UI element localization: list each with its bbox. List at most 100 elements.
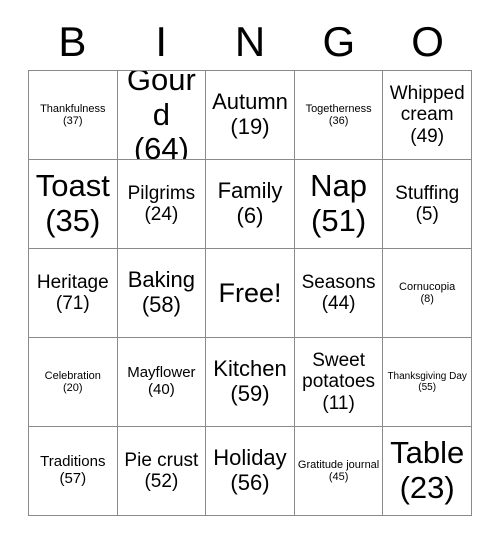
bingo-cell[interactable]: Sweet potatoes (11) bbox=[294, 338, 384, 427]
bingo-cell-number: (57) bbox=[59, 470, 87, 487]
bingo-cell-number: (56) bbox=[230, 470, 270, 495]
bingo-cell[interactable]: Celebration (20) bbox=[29, 338, 118, 427]
bingo-cell-text: Traditions (57) bbox=[32, 453, 114, 488]
bingo-cell[interactable]: Kitchen (59) bbox=[206, 338, 295, 427]
bingo-cell-free[interactable]: Free! bbox=[206, 249, 295, 338]
bingo-cell-number: (8) bbox=[420, 293, 434, 305]
bingo-cell-text: Gourd (64) bbox=[121, 71, 203, 160]
bingo-cell[interactable]: Pilgrims (24) bbox=[117, 160, 207, 249]
bingo-cell-text: Kitchen (59) bbox=[209, 357, 291, 406]
bingo-header: BINGO bbox=[28, 14, 472, 70]
bingo-header-letter-n: N bbox=[234, 18, 266, 65]
bingo-cell-number: (6) bbox=[236, 203, 264, 228]
bingo-cell-text: Gratitude journal (45) bbox=[298, 459, 380, 484]
bingo-cell-text: Baking (58) bbox=[121, 268, 203, 317]
bingo-cell-label: Seasons bbox=[301, 271, 376, 293]
bingo-cell-number: (45) bbox=[328, 471, 349, 483]
bingo-cell-label: Stuffing bbox=[395, 182, 460, 204]
bingo-cell-text: Pilgrims (24) bbox=[121, 183, 203, 226]
bingo-cell-text: Holiday (56) bbox=[209, 446, 291, 495]
bingo-header-letter-g: G bbox=[322, 18, 356, 65]
bingo-cell-label: Toast bbox=[35, 168, 110, 204]
bingo-cell[interactable]: Gourd (64) bbox=[117, 71, 207, 160]
bingo-cell-label: Traditions bbox=[40, 453, 106, 471]
bingo-cell-label: Baking bbox=[127, 267, 196, 293]
bingo-header-letter-b: B bbox=[58, 18, 87, 65]
bingo-cell-label: Thanksgiving Day bbox=[387, 370, 467, 382]
bingo-cell[interactable]: Stuffing (5) bbox=[383, 160, 472, 249]
bingo-cell[interactable]: Seasons (44) bbox=[294, 249, 384, 338]
bingo-cell-text: Thankfulness (37) bbox=[32, 103, 114, 128]
bingo-cell-label: Mayflower bbox=[127, 364, 196, 382]
bingo-cell-number: (49) bbox=[410, 125, 445, 147]
bingo-cell-label: Kitchen bbox=[213, 356, 287, 382]
bingo-cell-number: (52) bbox=[144, 471, 179, 492]
bingo-cell-text: Togetherness (36) bbox=[298, 103, 380, 128]
bingo-cell-label: Heritage bbox=[36, 271, 109, 293]
bingo-cell-number: (59) bbox=[230, 381, 270, 406]
bingo-cell-label: Gratitude journal bbox=[297, 458, 380, 471]
bingo-cell-label: Pie crust bbox=[124, 449, 199, 471]
bingo-cell-number: (55) bbox=[418, 382, 437, 393]
bingo-cell[interactable]: Nap (51) bbox=[294, 160, 384, 249]
bingo-cell-label: Free! bbox=[218, 277, 282, 308]
bingo-header-letter-i: I bbox=[155, 18, 168, 65]
bingo-cell[interactable]: Thankfulness (37) bbox=[29, 71, 118, 160]
bingo-cell-text: Pie crust (52) bbox=[121, 450, 203, 493]
bingo-cell-text: Toast (35) bbox=[32, 168, 114, 238]
bingo-card: BINGO Thankfulness (37) Gourd (64) Autumn (19… bbox=[0, 0, 500, 544]
bingo-cell-number: (51) bbox=[311, 203, 367, 238]
bingo-cell-number: (58) bbox=[141, 292, 181, 317]
bingo-cell-number: (11) bbox=[322, 392, 355, 414]
bingo-cell-text: Heritage (71) bbox=[32, 272, 114, 315]
bingo-cell[interactable]: Cornucopia (8) bbox=[383, 249, 472, 338]
bingo-cell-text: Nap (51) bbox=[298, 168, 380, 238]
bingo-cell-label: Table bbox=[390, 435, 465, 471]
bingo-cell-label: Nap bbox=[310, 168, 368, 204]
bingo-cell-number: (24) bbox=[144, 204, 179, 225]
bingo-cell-text: Mayflower (40) bbox=[121, 364, 203, 399]
bingo-cell-text: Table (23) bbox=[386, 435, 468, 505]
bingo-cell-text: Sweet potatoes (11) bbox=[298, 350, 380, 414]
bingo-cell[interactable]: Whipped cream (49) bbox=[383, 71, 472, 160]
bingo-cell-label: Family bbox=[217, 178, 283, 204]
bingo-cell[interactable]: Autumn (19) bbox=[206, 71, 295, 160]
bingo-grid: Thankfulness (37) Gourd (64) Autumn (19) Toget… bbox=[28, 70, 472, 516]
bingo-cell-label: Celebration bbox=[44, 369, 101, 382]
bingo-cell[interactable]: Pie crust (52) bbox=[117, 427, 207, 516]
bingo-cell-text: Free! bbox=[209, 278, 291, 308]
bingo-cell-number: (36) bbox=[328, 115, 349, 127]
bingo-cell-text: Stuffing (5) bbox=[386, 183, 468, 226]
bingo-cell[interactable]: Table (23) bbox=[383, 427, 472, 516]
bingo-cell-number: (5) bbox=[415, 204, 439, 225]
bingo-cell-text: Autumn (19) bbox=[209, 90, 291, 139]
bingo-cell[interactable]: Traditions (57) bbox=[29, 427, 118, 516]
bingo-cell[interactable]: Toast (35) bbox=[29, 160, 118, 249]
bingo-cell-label: Pilgrims bbox=[127, 182, 196, 204]
bingo-cell-text: Whipped cream (49) bbox=[386, 83, 468, 147]
bingo-cell-number: (20) bbox=[63, 382, 83, 394]
bingo-cell-number: (19) bbox=[230, 114, 270, 139]
bingo-cell-label: Togetherness bbox=[305, 102, 372, 115]
bingo-cell-label: Autumn bbox=[212, 89, 288, 115]
bingo-cell-number: (71) bbox=[55, 293, 90, 314]
bingo-cell[interactable]: Baking (58) bbox=[117, 249, 207, 338]
bingo-cell[interactable]: Mayflower (40) bbox=[117, 338, 207, 427]
bingo-cell-text: Thanksgiving Day (55) bbox=[386, 371, 468, 393]
bingo-cell-number: (37) bbox=[63, 115, 83, 127]
bingo-cell[interactable]: Gratitude journal (45) bbox=[294, 427, 384, 516]
bingo-cell-label: Cornucopia bbox=[399, 280, 456, 293]
bingo-cell-text: Seasons (44) bbox=[298, 272, 380, 315]
bingo-cell-number: (44) bbox=[321, 293, 356, 314]
bingo-cell-text: Celebration (20) bbox=[32, 370, 114, 395]
bingo-cell-number: (64) bbox=[133, 131, 189, 160]
bingo-cell-label: Holiday bbox=[213, 445, 287, 471]
bingo-cell[interactable]: Togetherness (36) bbox=[294, 71, 384, 160]
bingo-header-letter-o: O bbox=[411, 18, 444, 65]
bingo-cell-text: Family (6) bbox=[209, 179, 291, 228]
bingo-cell[interactable]: Heritage (71) bbox=[29, 249, 118, 338]
bingo-cell-label: Sweet potatoes bbox=[302, 350, 376, 393]
bingo-cell[interactable]: Thanksgiving Day (55) bbox=[383, 338, 472, 427]
bingo-cell[interactable]: Holiday (56) bbox=[206, 427, 295, 516]
bingo-cell[interactable]: Family (6) bbox=[206, 160, 295, 249]
